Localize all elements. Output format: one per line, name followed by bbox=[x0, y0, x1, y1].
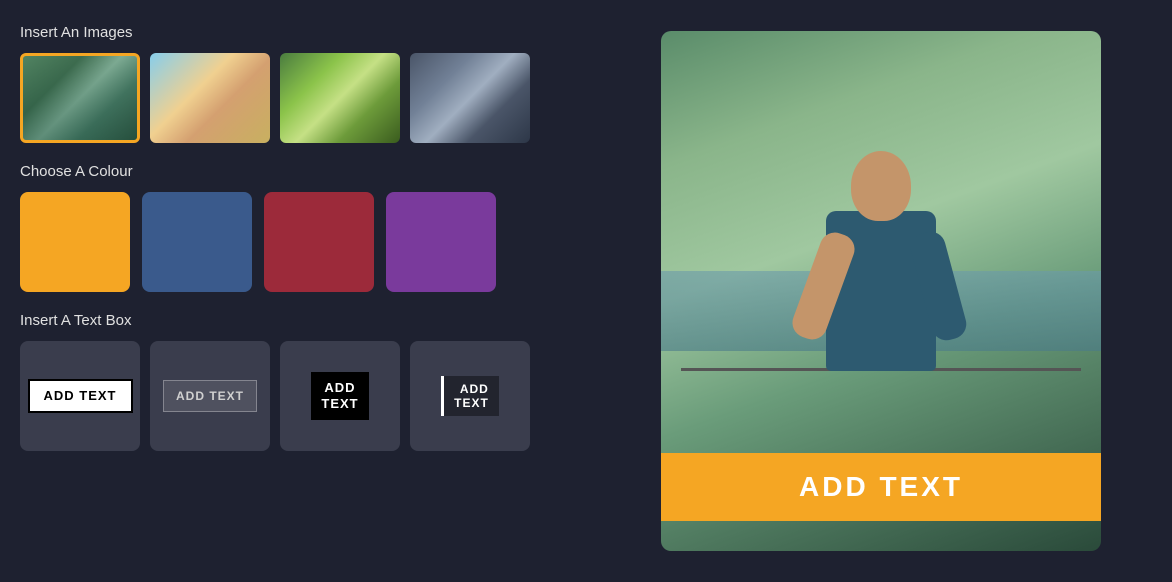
textbox-inner-2: ADD TEXT bbox=[163, 380, 257, 412]
right-panel: ADD TEXT bbox=[590, 0, 1172, 582]
textbox-option-3[interactable]: ADD TEXT bbox=[280, 341, 400, 451]
image-thumb-salad[interactable] bbox=[280, 53, 400, 143]
colour-swatch-red[interactable] bbox=[264, 192, 374, 292]
textbox-option-2[interactable]: ADD TEXT bbox=[150, 341, 270, 451]
preview-figure bbox=[791, 151, 971, 471]
textbox-label-3b: TEXT bbox=[321, 396, 358, 412]
preview-banner-text: ADD TEXT bbox=[799, 471, 963, 503]
textbox-label-2: ADD TEXT bbox=[176, 389, 244, 403]
choose-colour-section: Choose A Colour bbox=[20, 163, 570, 292]
choose-colour-title: Choose A Colour bbox=[20, 163, 570, 180]
colour-swatch-purple[interactable] bbox=[386, 192, 496, 292]
images-grid bbox=[20, 53, 570, 143]
left-panel: Insert An Images Choose A Colour Insert … bbox=[0, 0, 590, 582]
image-thumb-runner[interactable] bbox=[20, 53, 140, 143]
textbox-inner-3: ADD TEXT bbox=[311, 372, 368, 419]
textbox-option-1[interactable]: ADD TEXT bbox=[20, 341, 140, 451]
colour-swatch-blue[interactable] bbox=[142, 192, 252, 292]
textbox-label-4a: ADD bbox=[454, 382, 489, 396]
insert-images-section: Insert An Images bbox=[20, 24, 570, 143]
colour-grid bbox=[20, 192, 570, 292]
textbox-label-4b: TEXT bbox=[454, 396, 489, 410]
textbox-inner-4: ADD TEXT bbox=[441, 376, 499, 417]
insert-textbox-section: Insert A Text Box ADD TEXT ADD TEXT ADD … bbox=[20, 312, 570, 451]
insert-textbox-title: Insert A Text Box bbox=[20, 312, 570, 329]
textbox-option-4[interactable]: ADD TEXT bbox=[410, 341, 530, 451]
textbox-label-1: ADD TEXT bbox=[44, 388, 117, 403]
figure-head bbox=[851, 151, 911, 221]
colour-swatch-orange[interactable] bbox=[20, 192, 130, 292]
textbox-grid: ADD TEXT ADD TEXT ADD TEXT ADD bbox=[20, 341, 570, 451]
preview-banner: ADD TEXT bbox=[661, 453, 1101, 521]
insert-images-title: Insert An Images bbox=[20, 24, 570, 41]
textbox-inner-1: ADD TEXT bbox=[28, 379, 133, 413]
textbox-label-3a: ADD bbox=[321, 380, 358, 396]
preview-container: ADD TEXT bbox=[661, 31, 1101, 551]
image-thumb-building[interactable] bbox=[410, 53, 530, 143]
image-thumb-beach[interactable] bbox=[150, 53, 270, 143]
